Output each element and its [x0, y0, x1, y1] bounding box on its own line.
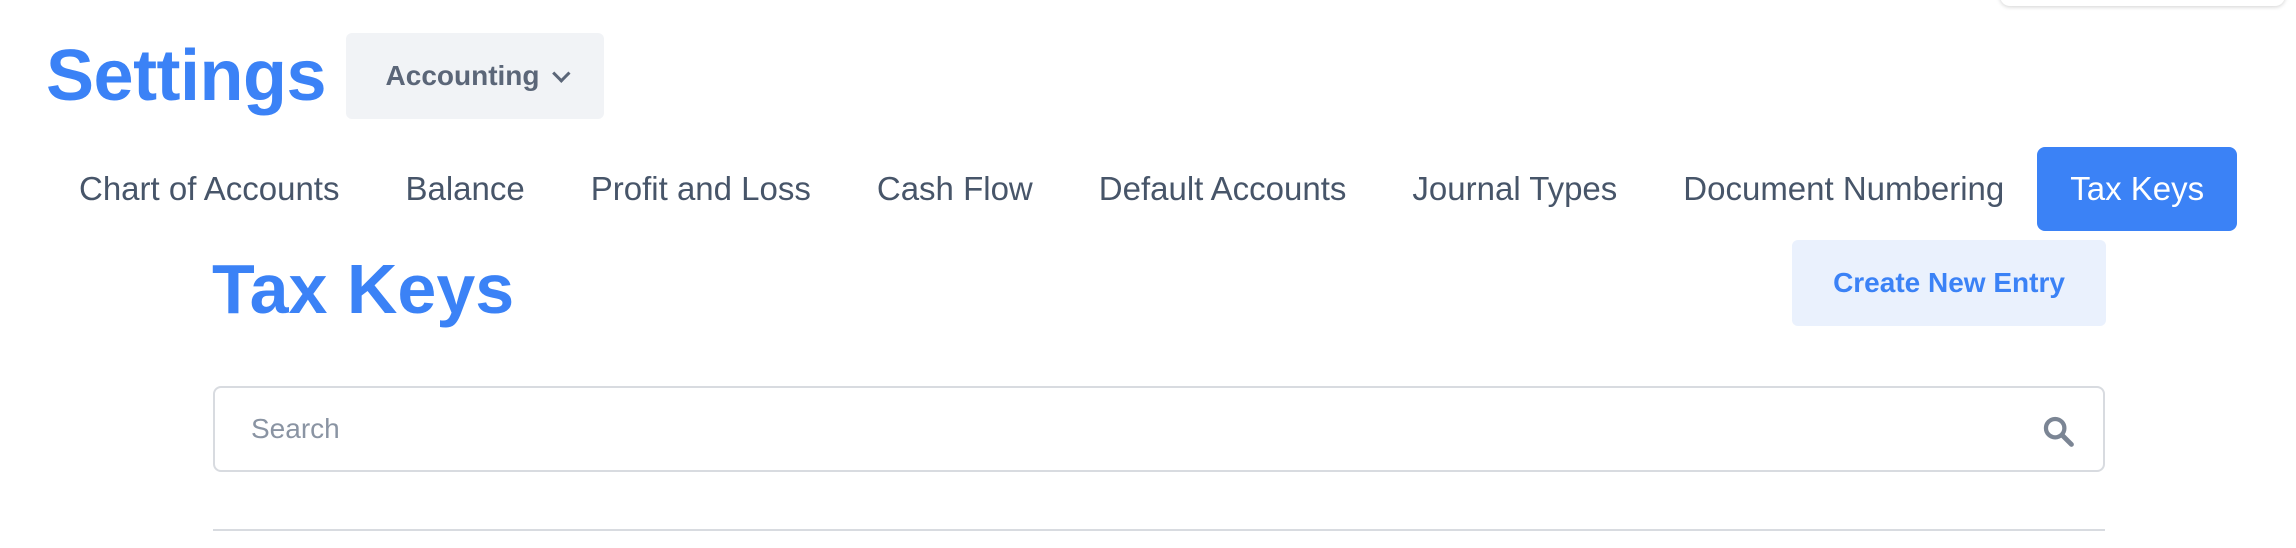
settings-page: Settings Accounting Chart of Accounts Ba… [0, 0, 2296, 548]
tab-balance[interactable]: Balance [372, 147, 557, 231]
tab-journal-types[interactable]: Journal Types [1379, 147, 1650, 231]
tab-cash-flow[interactable]: Cash Flow [844, 147, 1066, 231]
tab-document-numbering[interactable]: Document Numbering [1650, 147, 2037, 231]
search-input[interactable] [215, 388, 2103, 470]
page-header: Settings Accounting [46, 32, 605, 120]
section-selector-dropdown[interactable]: Accounting [346, 33, 605, 119]
create-new-entry-button[interactable]: Create New Entry [1792, 240, 2106, 326]
search-box [213, 386, 2105, 472]
search-icon[interactable] [2041, 414, 2075, 448]
list-divider [213, 529, 2105, 531]
settings-tab-bar: Chart of Accounts Balance Profit and Los… [46, 147, 2238, 231]
tab-tax-keys[interactable]: Tax Keys [2037, 147, 2238, 231]
tab-chart-of-accounts[interactable]: Chart of Accounts [46, 147, 372, 231]
chevron-down-icon [551, 63, 571, 83]
page-title: Settings [46, 36, 327, 116]
tab-default-accounts[interactable]: Default Accounts [1066, 147, 1380, 231]
tab-profit-and-loss[interactable]: Profit and Loss [558, 147, 844, 231]
top-edge-popup [2000, 0, 2285, 6]
section-selector-label: Accounting [385, 60, 540, 91]
section-title: Tax Keys [212, 250, 515, 328]
